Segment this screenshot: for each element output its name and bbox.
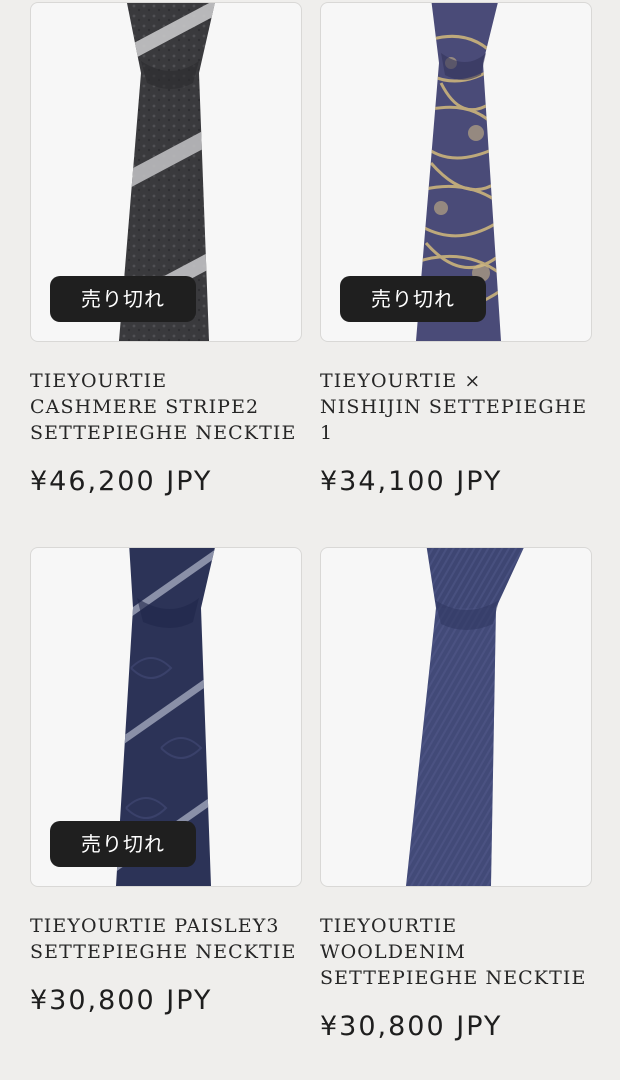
product-card[interactable]: 売り切れ TIEYOURTIE CASHMERE STRIPE2 SETTEPI… bbox=[30, 2, 302, 499]
product-image[interactable]: 売り切れ bbox=[30, 547, 302, 887]
product-title[interactable]: TIEYOURTIE PAISLEY3 SETTEPIEGHE NECKTIE bbox=[30, 913, 300, 965]
product-title[interactable]: TIEYOURTIE × NISHIJIN SETTEPIEGHE 1 bbox=[320, 368, 590, 446]
product-image[interactable]: 売り切れ bbox=[320, 2, 592, 342]
product-image[interactable]: 売り切れ bbox=[30, 2, 302, 342]
product-price: ¥34,100 JPY bbox=[320, 466, 503, 497]
product-title[interactable]: TIEYOURTIE WOOLDENIM SETTEPIEGHE NECKTIE bbox=[320, 913, 590, 991]
product-grid: 売り切れ TIEYOURTIE CASHMERE STRIPE2 SETTEPI… bbox=[0, 0, 620, 1080]
product-price: ¥46,200 JPY bbox=[30, 466, 213, 497]
product-image[interactable] bbox=[320, 547, 592, 887]
sold-out-badge: 売り切れ bbox=[340, 276, 486, 322]
product-price: ¥30,800 JPY bbox=[320, 1011, 503, 1042]
sold-out-badge: 売り切れ bbox=[50, 821, 196, 867]
product-card[interactable]: 売り切れ TIEYOURTIE PAISLEY3 SETTEPIEGHE NEC… bbox=[30, 547, 302, 1018]
product-price: ¥30,800 JPY bbox=[30, 985, 213, 1016]
wool-denim-tie-image bbox=[406, 548, 526, 886]
sold-out-badge: 売り切れ bbox=[50, 276, 196, 322]
product-card[interactable]: TIEYOURTIE WOOLDENIM SETTEPIEGHE NECKTIE… bbox=[320, 547, 592, 1044]
product-title[interactable]: TIEYOURTIE CASHMERE STRIPE2 SETTEPIEGHE … bbox=[30, 368, 300, 446]
product-card[interactable]: 売り切れ TIEYOURTIE × NISHIJIN SETTEPIEGHE 1… bbox=[320, 2, 592, 499]
